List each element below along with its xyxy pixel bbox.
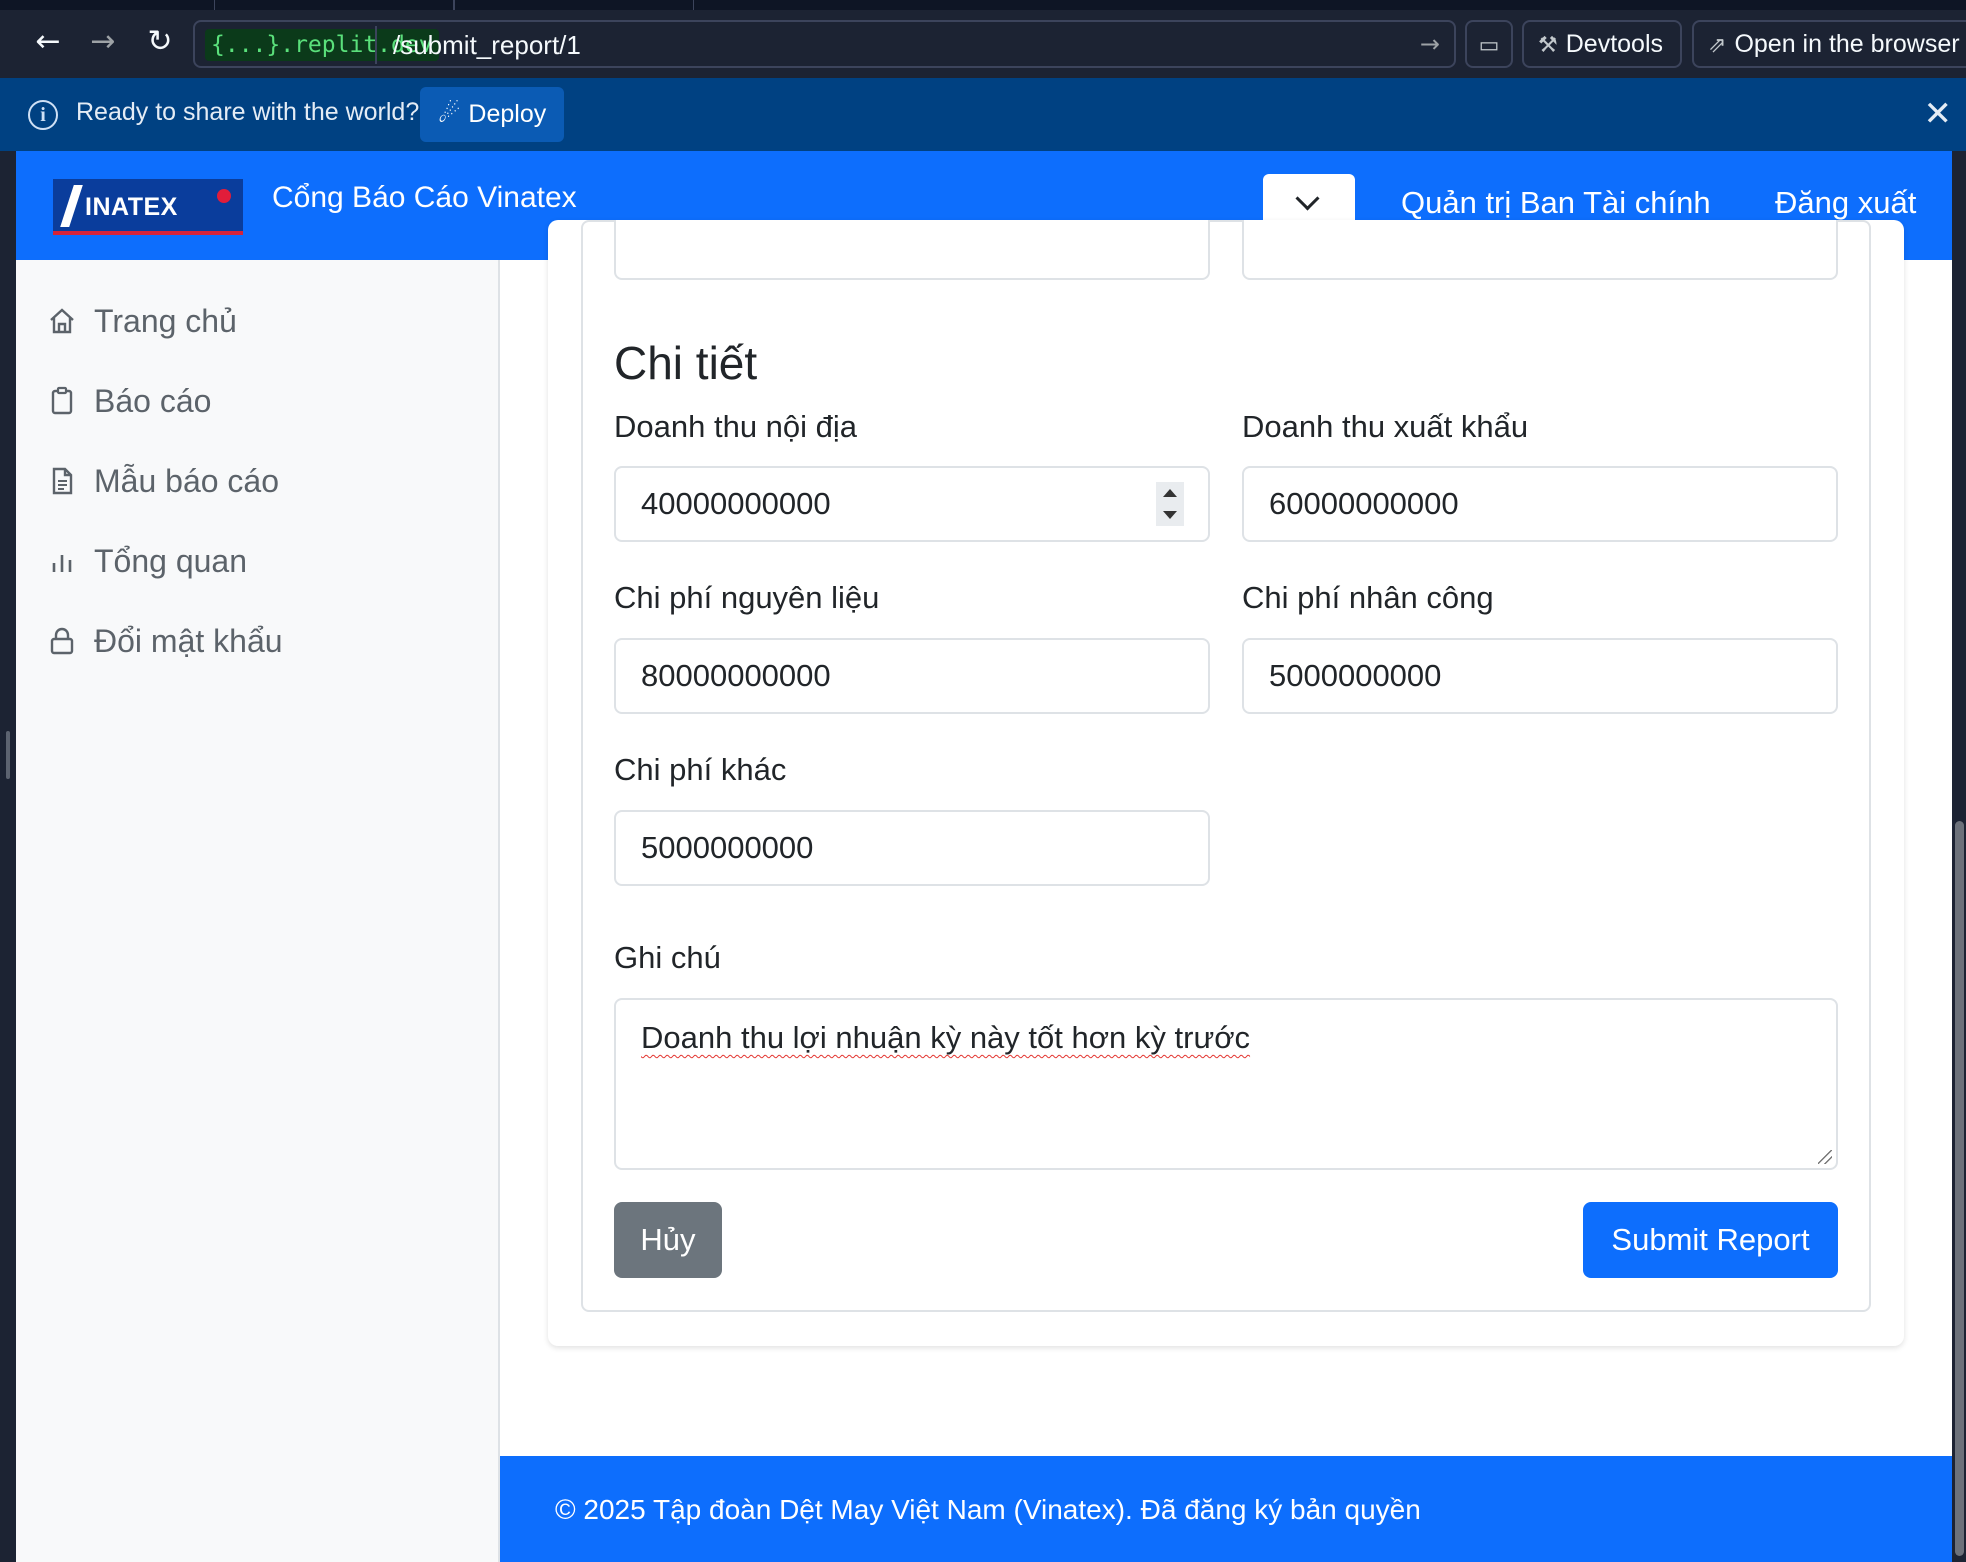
- sidebar-item-templates[interactable]: Mẫu báo cáo: [46, 456, 279, 506]
- domestic-revenue-value: 40000000000: [641, 486, 831, 521]
- reload-icon[interactable]: ↻: [140, 22, 180, 62]
- sidebar: Trang chủ Báo cáo Mẫu báo cáo Tổng quan …: [16, 260, 500, 1562]
- wrench-icon: ⚒: [1538, 32, 1558, 57]
- devtools-label: Devtools: [1565, 30, 1663, 58]
- section-title: Chi tiết: [614, 337, 758, 389]
- sidebar-item-overview[interactable]: Tổng quan: [46, 536, 247, 586]
- sidebar-item-label: Tổng quan: [94, 542, 248, 579]
- devtools-button[interactable]: ⚒ Devtools: [1522, 20, 1682, 68]
- home-icon: [50, 308, 74, 334]
- user-link[interactable]: Quản trị Ban Tài chính: [1401, 185, 1711, 221]
- logo-slash: [60, 185, 83, 227]
- footer: © 2025 Tập đoàn Dệt May Việt Nam (Vinate…: [500, 1456, 1952, 1562]
- document-icon: [52, 467, 73, 495]
- logo-dot: [217, 189, 231, 203]
- notes-value: Doanh thu lợi nhuận kỳ này tốt hơn kỳ tr…: [641, 1020, 1251, 1055]
- notes-label: Ghi chú: [614, 940, 721, 975]
- browser-toolbar: ← → ↻ {...}.replit.dev /submit_report/1 …: [0, 0, 1966, 78]
- lock-icon: [50, 627, 74, 655]
- forward-icon[interactable]: →: [83, 22, 123, 62]
- brand-title[interactable]: Cổng Báo Cáo Vinatex: [272, 181, 577, 215]
- main-content: Chi tiết Doanh thu nội địa Doanh thu xuấ…: [500, 220, 1952, 1456]
- export-revenue-label: Doanh thu xuất khẩu: [1242, 409, 1529, 444]
- submit-report-button[interactable]: Submit Report: [1583, 1202, 1838, 1278]
- sidebar-item-change-password[interactable]: Đổi mật khẩu: [46, 616, 283, 666]
- logout-link[interactable]: Đăng xuất: [1775, 185, 1916, 221]
- deploy-button[interactable]: ☄ Deploy: [420, 87, 565, 142]
- monitor-icon: ▭: [1478, 32, 1500, 57]
- labor-cost-label: Chi phí nhân công: [1242, 580, 1494, 615]
- deploy-label: Deploy: [468, 100, 547, 128]
- cancel-button[interactable]: Hủy: [614, 1202, 722, 1278]
- url-divider: [375, 26, 377, 64]
- bar-chart-icon: [52, 555, 72, 572]
- sidebar-item-label: Trang chủ: [94, 302, 237, 339]
- labor-cost-input[interactable]: 5000000000: [1242, 638, 1838, 714]
- close-icon[interactable]: ✕: [1924, 94, 1953, 134]
- browser-tab[interactable]: [454, 0, 694, 10]
- scrollbar-thumb[interactable]: [1955, 821, 1964, 1556]
- left-panel-edge: [0, 151, 16, 1562]
- back-icon[interactable]: ←: [28, 22, 68, 62]
- deploy-banner: i Ready to share with the world? ☄ Deploy…: [0, 78, 1966, 151]
- previous-field-input[interactable]: [1242, 220, 1838, 280]
- vinatex-logo[interactable]: INATEX: [53, 179, 243, 235]
- scrollbar[interactable]: [1952, 151, 1966, 1562]
- resize-grip-icon[interactable]: [1818, 1150, 1832, 1164]
- previous-field-input[interactable]: [614, 220, 1210, 280]
- export-revenue-value: 60000000000: [1269, 486, 1459, 521]
- clipboard-icon: [51, 386, 73, 415]
- labor-cost-value: 5000000000: [1269, 658, 1442, 693]
- other-cost-label: Chi phí khác: [614, 752, 787, 787]
- notes-textarea[interactable]: Doanh thu lợi nhuận kỳ này tốt hơn kỳ tr…: [614, 998, 1838, 1170]
- tab-strip: [0, 0, 1966, 10]
- sidebar-item-label: Mẫu báo cáo: [94, 462, 280, 499]
- chevron-down-icon: [1295, 186, 1320, 211]
- device-preview-button[interactable]: ▭: [1465, 20, 1513, 68]
- deploy-icon: ☄: [438, 100, 461, 128]
- sidebar-item-label: Đổi mật khẩu: [94, 622, 283, 659]
- export-revenue-input[interactable]: 60000000000: [1242, 466, 1838, 542]
- footer-copyright: © 2025 Tập đoàn Dệt May Việt Nam (Vinate…: [555, 1494, 1421, 1525]
- domestic-revenue-label: Doanh thu nội địa: [614, 409, 858, 444]
- other-cost-input[interactable]: 5000000000: [614, 810, 1210, 886]
- go-arrow-icon[interactable]: →: [1420, 30, 1440, 58]
- logo-text: INATEX: [85, 193, 178, 221]
- sidebar-item-label: Báo cáo: [94, 382, 212, 419]
- address-bar[interactable]: {...}.replit.dev /submit_report/1 →: [193, 20, 1456, 68]
- banner-message: Ready to share with the world?: [76, 98, 420, 126]
- other-cost-value: 5000000000: [641, 830, 814, 865]
- sidebar-item-reports[interactable]: Báo cáo: [46, 376, 211, 426]
- material-cost-label: Chi phí nguyên liệu: [614, 580, 880, 615]
- sidebar-item-home[interactable]: Trang chủ: [46, 296, 237, 346]
- info-icon: i: [28, 100, 58, 130]
- external-link-icon: ⇗: [1708, 32, 1727, 57]
- open-in-browser-label: Open in the browser: [1734, 30, 1960, 58]
- material-cost-value: 80000000000: [641, 658, 831, 693]
- material-cost-input[interactable]: 80000000000: [614, 638, 1210, 714]
- browser-tab[interactable]: [214, 0, 454, 10]
- open-in-browser-button[interactable]: ⇗ Open in the browser: [1692, 20, 1966, 68]
- resize-handle[interactable]: [6, 731, 10, 779]
- number-spinner-icon[interactable]: [1156, 482, 1184, 526]
- url-path: /submit_report/1: [393, 30, 581, 60]
- domestic-revenue-input[interactable]: 40000000000: [614, 466, 1210, 542]
